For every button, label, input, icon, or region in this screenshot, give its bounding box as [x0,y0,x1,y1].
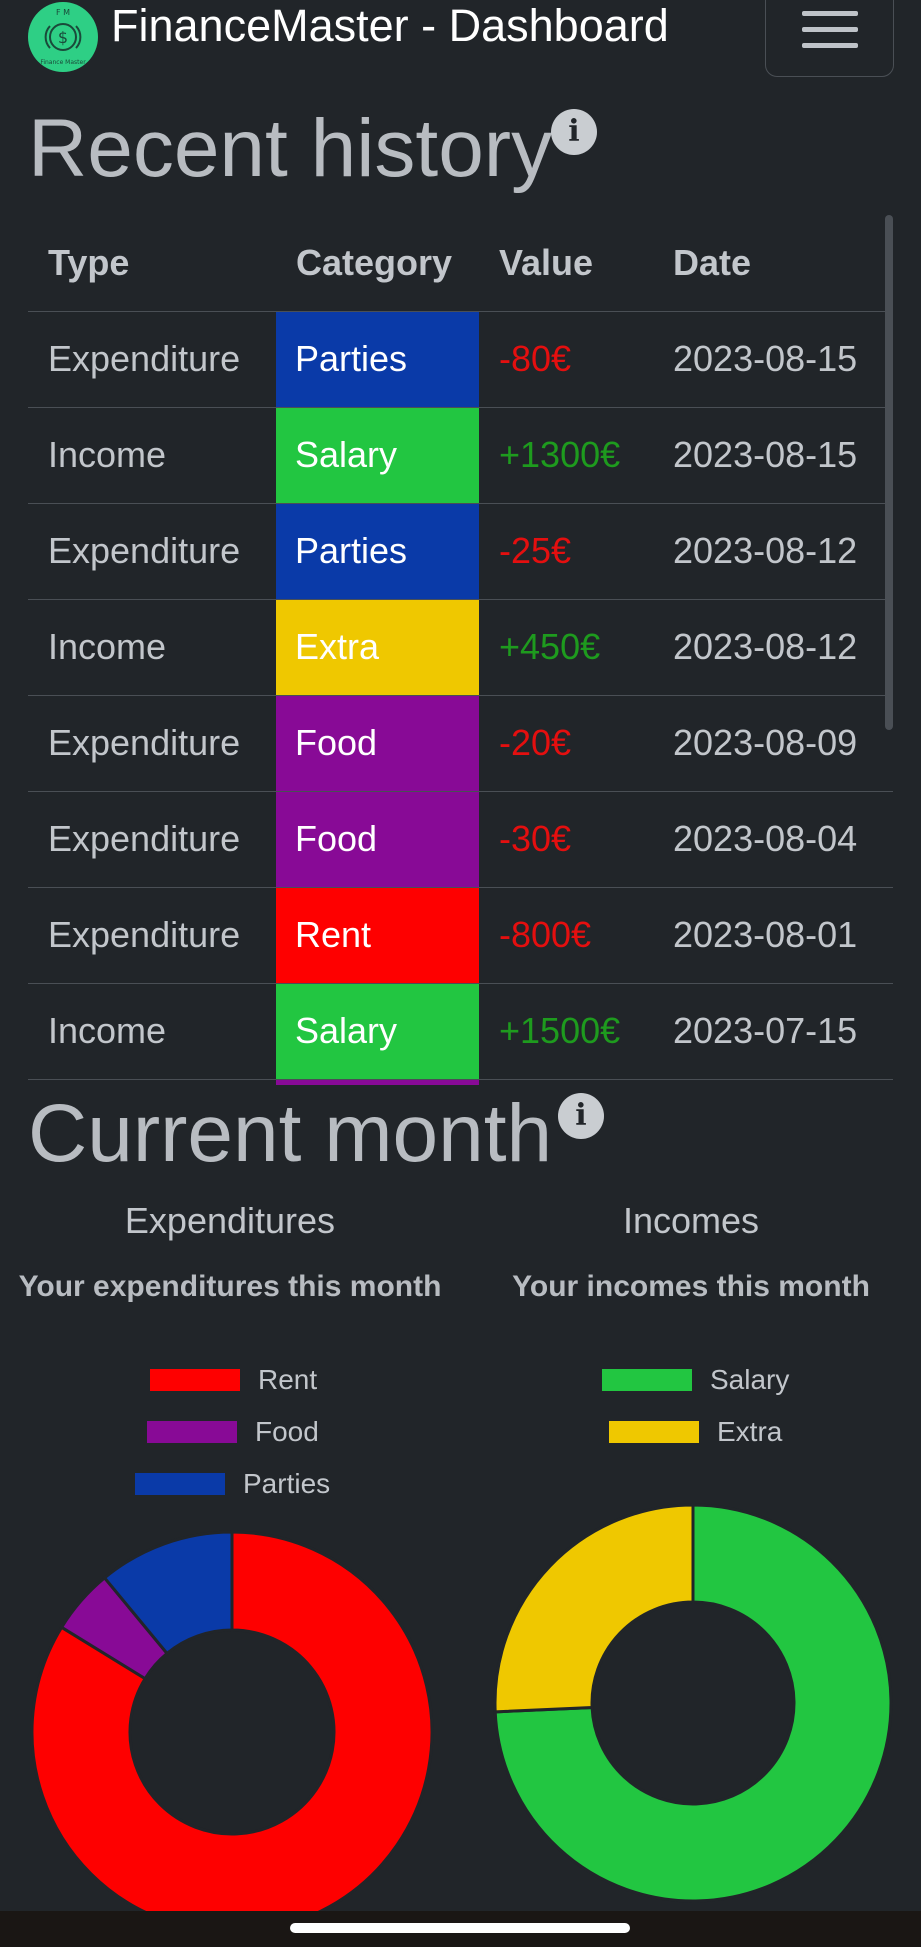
value-cell: +1300€ [479,407,653,504]
legend-item-rent[interactable]: Rent [150,1364,317,1396]
legend-label: Food [255,1416,319,1447]
legend-swatch [602,1369,692,1391]
legend-item-salary[interactable]: Salary [602,1364,789,1396]
category-cell: Extra [276,599,479,696]
value-cell: +450€ [479,599,653,696]
legend-label: Salary [710,1364,790,1395]
date-cell: 2023-08-15 [653,407,893,504]
history-table: Type Category Value Date Expenditure Part… [28,215,893,1085]
date-cell: 2023-08-09 [653,695,893,792]
table-row[interactable]: Income Extra +450€ 2023-08-12 [28,599,893,696]
donut-slice-extra[interactable] [493,1503,695,1714]
finance-master-logo[interactable]: F M $ Finance Master [28,2,98,72]
value-cell [479,1079,653,1085]
type-cell: Expenditure [28,311,276,408]
logo-text-bottom: Finance Master [40,59,86,66]
type-cell: Income [28,407,276,504]
category-cell: Parties [276,503,479,600]
info-icon[interactable]: i [551,109,597,155]
value-cell: -20€ [479,695,653,792]
column-header-type[interactable]: Type [28,215,276,312]
logo-text-top: F M [56,8,70,17]
date-cell [653,1079,893,1085]
legend-item-parties[interactable]: Parties [135,1468,330,1500]
legend-item-food[interactable]: Food [147,1416,319,1448]
recent-history-title: Recent history [28,103,553,194]
date-cell: 2023-08-04 [653,791,893,888]
type-cell: Expenditure [28,695,276,792]
legend-swatch [147,1421,237,1443]
category-cell: Salary [276,407,479,504]
category-cell: Parties [276,311,479,408]
table-scrollbar[interactable] [885,215,893,730]
donut-slice-food[interactable] [59,1575,170,1681]
value-cell: -25€ [479,503,653,600]
hamburger-icon-line [802,11,858,16]
donut-slice-salary[interactable] [493,1503,893,1903]
chart-title: Expenditures [124,1200,336,1241]
legend-swatch [609,1421,699,1443]
hamburger-icon-line [802,27,858,32]
donut-slice-parties[interactable] [102,1530,234,1656]
category-cell: Salary [276,983,479,1080]
legend-swatch [150,1369,240,1391]
expenditures-chart: Expenditures Your expenditures this mont… [0,1200,460,1304]
history-table-body: Expenditure Parties -80€ 2023-08-15 Income Sa… [28,311,893,1085]
table-header-row: Type Category Value Date [28,215,893,312]
incomes-donut[interactable] [493,1503,893,1903]
table-row[interactable]: Income Salary +1300€ 2023-08-15 [28,407,893,504]
date-cell: 2023-08-12 [653,503,893,600]
table-row[interactable]: Expenditure Parties -25€ 2023-08-12 [28,503,893,600]
svg-text:$: $ [58,28,68,47]
legend-label: Parties [243,1468,331,1499]
brand-title[interactable]: FinanceMaster - Dashboard [111,0,669,52]
chart-title: Incomes [622,1200,760,1241]
date-cell: 2023-08-12 [653,599,893,696]
date-cell: 2023-07-15 [653,983,893,1080]
value-cell: -800€ [479,887,653,984]
info-icon[interactable]: i [558,1093,604,1139]
hamburger-icon-line [802,43,858,48]
legend-label: Rent [258,1364,318,1395]
table-row[interactable]: Income Salary +1500€ 2023-07-15 [28,983,893,1080]
date-cell: 2023-08-01 [653,887,893,984]
date-cell: 2023-08-15 [653,311,893,408]
legend-label: Extra [717,1416,783,1447]
legend-swatch [135,1473,225,1495]
chart-subtitle: Your incomes this month [512,1270,870,1303]
type-cell: Expenditure [28,503,276,600]
menu-toggle-button[interactable] [765,0,894,77]
column-header-category[interactable]: Category [276,215,479,312]
history-table-container[interactable]: Type Category Value Date Expenditure Part… [28,215,893,1085]
home-indicator[interactable] [290,1923,630,1933]
navbar: F M $ Finance Master FinanceMaster - Das… [0,0,921,90]
table-row[interactable] [28,1079,893,1085]
table-row[interactable]: Expenditure Parties -80€ 2023-08-15 [28,311,893,408]
column-header-value[interactable]: Value [479,215,653,312]
value-cell: -30€ [479,791,653,888]
legend-item-extra[interactable]: Extra [609,1416,782,1448]
donut-slice-rent[interactable] [30,1530,434,1934]
type-cell: Income [28,983,276,1080]
current-month-title: Current month [28,1088,553,1179]
table-row[interactable]: Expenditure Food -20€ 2023-08-09 [28,695,893,792]
type-cell: Expenditure [28,887,276,984]
expenditures-donut[interactable] [30,1530,434,1934]
table-row[interactable]: Expenditure Rent -800€ 2023-08-01 [28,887,893,984]
value-cell: +1500€ [479,983,653,1080]
type-cell: Expenditure [28,791,276,888]
table-row[interactable]: Expenditure Food -30€ 2023-08-04 [28,791,893,888]
column-header-date[interactable]: Date [653,215,893,312]
chart-subtitle: Your expenditures this month [18,1270,442,1303]
category-cell: Food [276,695,479,792]
category-cell: Rent [276,887,479,984]
category-cell: Food [276,791,479,888]
value-cell: -80€ [479,311,653,408]
incomes-chart: Incomes Your incomes this month [461,1200,921,1304]
type-cell: Income [28,599,276,696]
category-cell [276,1079,479,1085]
type-cell [28,1079,276,1085]
